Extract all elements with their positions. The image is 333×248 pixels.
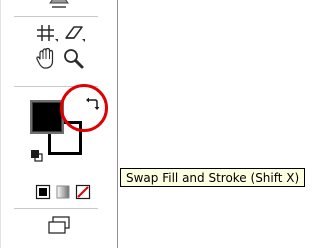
screen-mode-icon[interactable] bbox=[44, 214, 74, 238]
tool-divider bbox=[14, 208, 98, 209]
panel-right-edge bbox=[117, 0, 118, 248]
fill-swatch[interactable] bbox=[30, 100, 64, 134]
zoom-icon[interactable] bbox=[61, 48, 87, 70]
eraser-icon[interactable] bbox=[61, 22, 87, 44]
gradient-mode-icon[interactable] bbox=[55, 184, 71, 200]
screenshot-stage: Swap Fill and Stroke (Shift X) bbox=[0, 0, 333, 248]
panel-left-edge bbox=[0, 0, 1, 248]
tool-divider bbox=[14, 16, 98, 17]
default-fill-stroke-icon[interactable] bbox=[30, 149, 44, 163]
slice-icon[interactable] bbox=[34, 22, 60, 44]
color-mode-icon[interactable] bbox=[35, 184, 51, 200]
none-mode-icon[interactable] bbox=[75, 184, 91, 200]
tools-panel bbox=[0, 0, 118, 248]
hand-icon[interactable] bbox=[34, 47, 60, 70]
free-transform-icon[interactable] bbox=[46, 0, 72, 12]
tooltip: Swap Fill and Stroke (Shift X) bbox=[120, 168, 306, 187]
annotation-circle bbox=[60, 84, 108, 132]
